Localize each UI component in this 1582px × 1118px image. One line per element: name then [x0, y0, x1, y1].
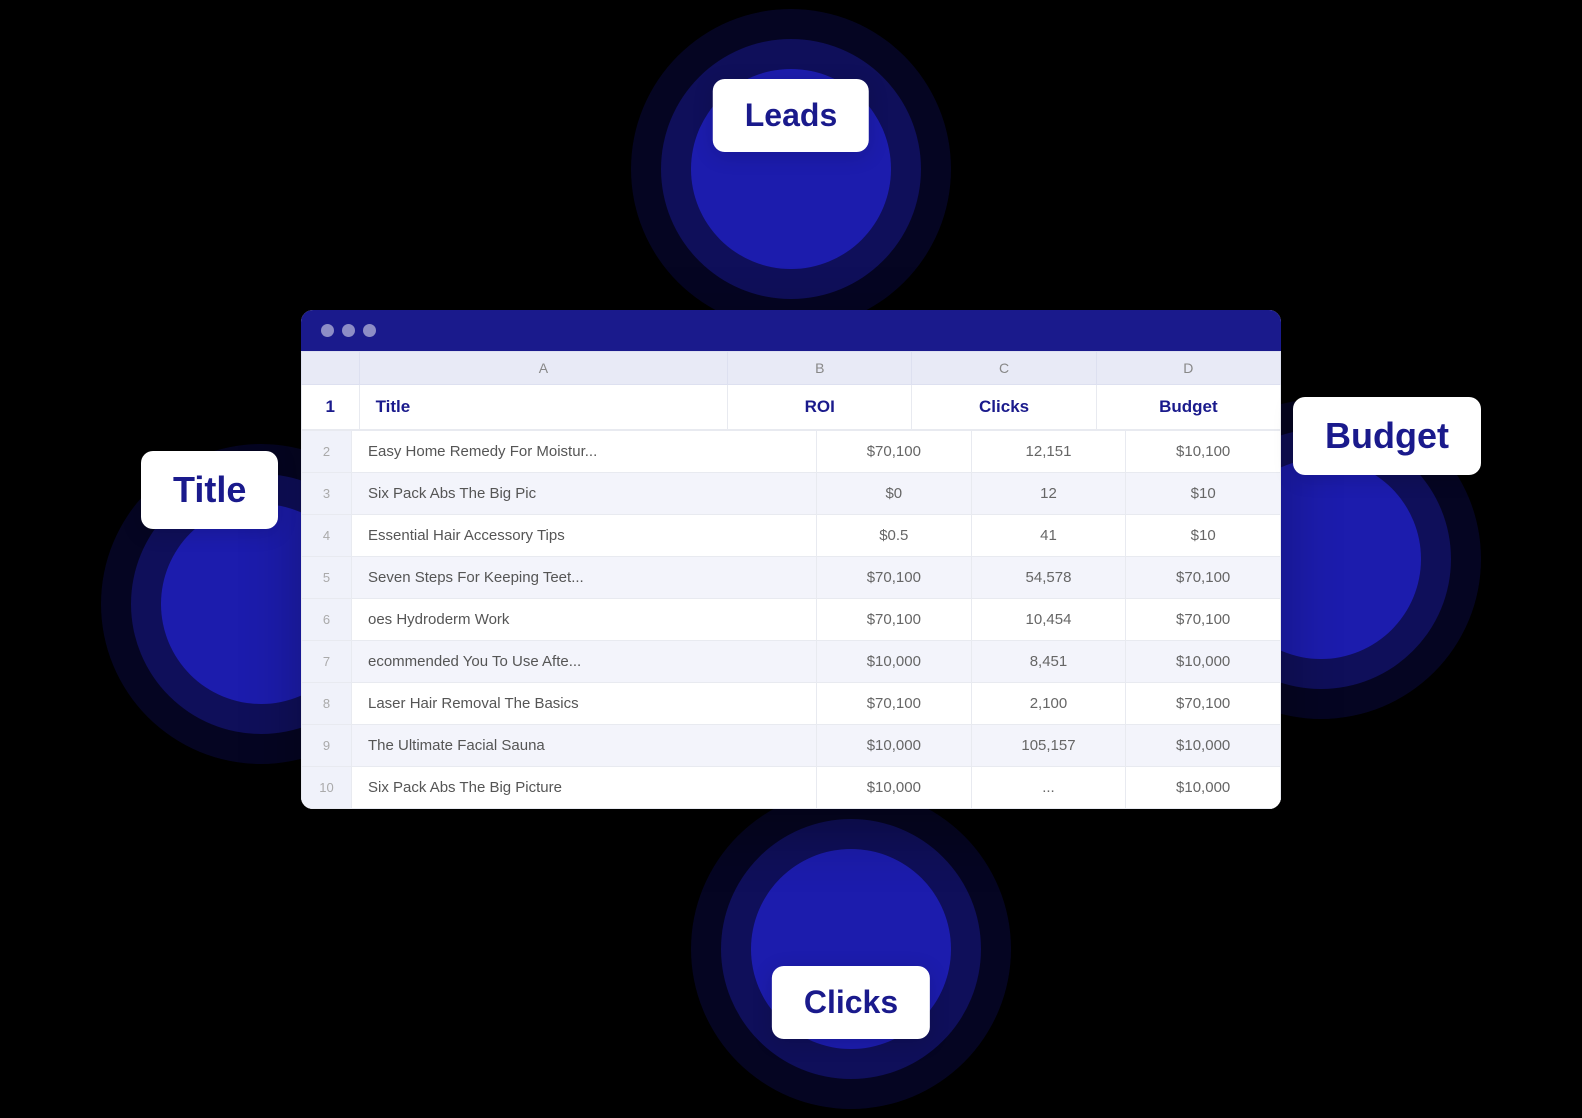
cell-roi: $70,100 [816, 598, 971, 640]
table-row: 8Laser Hair Removal The Basics$70,1002,1… [302, 682, 1281, 724]
row-num-4: 4 [302, 514, 352, 556]
header-clicks: Clicks [912, 384, 1096, 429]
dot-3 [363, 324, 376, 337]
cell-clicks: 10,454 [971, 598, 1126, 640]
cell-title: Laser Hair Removal The Basics [352, 682, 817, 724]
cell-budget: $10 [1126, 514, 1281, 556]
header-budget: Budget [1096, 384, 1280, 429]
cell-budget: $10,000 [1126, 640, 1281, 682]
scene: Leads Title Budget Clicks A B C D [191, 109, 1391, 1009]
row-num-9: 9 [302, 724, 352, 766]
dot-2 [342, 324, 355, 337]
row-num-3: 3 [302, 472, 352, 514]
leads-label: Leads [713, 79, 869, 152]
column-header-row: A B C D [302, 351, 1281, 384]
table-row: 4Essential Hair Accessory Tips$0.541$10 [302, 514, 1281, 556]
cell-roi: $10,000 [816, 640, 971, 682]
cell-roi: $70,100 [816, 556, 971, 598]
cell-title: oes Hydroderm Work [352, 598, 817, 640]
cell-budget: $10 [1126, 472, 1281, 514]
col-header-c: C [912, 351, 1096, 384]
spreadsheet-window: A B C D 1 Title ROI Clicks Budget 2Easy [301, 310, 1281, 809]
title-label: Title [141, 451, 278, 529]
cell-title: Seven Steps For Keeping Teet... [352, 556, 817, 598]
cell-title: Easy Home Remedy For Moistur... [352, 430, 817, 472]
col-header-a: A [359, 351, 728, 384]
table-row: 10Six Pack Abs The Big Picture$10,000...… [302, 766, 1281, 808]
row-num-5: 5 [302, 556, 352, 598]
row-num-8: 8 [302, 682, 352, 724]
cell-clicks: ... [971, 766, 1126, 808]
cell-roi: $70,100 [816, 682, 971, 724]
cell-clicks: 105,157 [971, 724, 1126, 766]
header-roi: ROI [728, 384, 912, 429]
table-row: 7ecommended You To Use Afte...$10,0008,4… [302, 640, 1281, 682]
cell-clicks: 12 [971, 472, 1126, 514]
cell-clicks: 41 [971, 514, 1126, 556]
cell-budget: $10,000 [1126, 766, 1281, 808]
cell-title: Six Pack Abs The Big Pic [352, 472, 817, 514]
row-num-2: 2 [302, 430, 352, 472]
cell-roi: $0 [816, 472, 971, 514]
data-header-row: 1 Title ROI Clicks Budget [302, 384, 1281, 429]
col-header-d: D [1096, 351, 1280, 384]
cell-title: The Ultimate Facial Sauna [352, 724, 817, 766]
cell-budget: $70,100 [1126, 682, 1281, 724]
row-num-1: 1 [302, 384, 360, 429]
cell-title: ecommended You To Use Afte... [352, 640, 817, 682]
table-row: 6oes Hydroderm Work$70,10010,454$70,100 [302, 598, 1281, 640]
cell-roi: $70,100 [816, 430, 971, 472]
cell-roi: $10,000 [816, 766, 971, 808]
cell-clicks: 2,100 [971, 682, 1126, 724]
table-row: 3Six Pack Abs The Big Pic$012$10 [302, 472, 1281, 514]
cell-clicks: 12,151 [971, 430, 1126, 472]
spreadsheet-table: A B C D 1 Title ROI Clicks Budget [301, 351, 1281, 430]
cell-roi: $0.5 [816, 514, 971, 556]
budget-label: Budget [1293, 397, 1481, 475]
col-header-b: B [728, 351, 912, 384]
col-header-rownum [302, 351, 360, 384]
row-num-7: 7 [302, 640, 352, 682]
cell-title: Six Pack Abs The Big Picture [352, 766, 817, 808]
clicks-label: Clicks [772, 966, 930, 1039]
table-row: 5Seven Steps For Keeping Teet...$70,1005… [302, 556, 1281, 598]
data-rows-table: 2Easy Home Remedy For Moistur...$70,1001… [301, 430, 1281, 809]
cell-budget: $10,100 [1126, 430, 1281, 472]
cell-budget: $70,100 [1126, 598, 1281, 640]
table-row: 9The Ultimate Facial Sauna$10,000105,157… [302, 724, 1281, 766]
titlebar [301, 310, 1281, 351]
cell-clicks: 54,578 [971, 556, 1126, 598]
cell-roi: $10,000 [816, 724, 971, 766]
row-num-6: 6 [302, 598, 352, 640]
table-row: 2Easy Home Remedy For Moistur...$70,1001… [302, 430, 1281, 472]
header-title: Title [359, 384, 728, 429]
cell-title: Essential Hair Accessory Tips [352, 514, 817, 556]
cell-clicks: 8,451 [971, 640, 1126, 682]
cell-budget: $70,100 [1126, 556, 1281, 598]
dot-1 [321, 324, 334, 337]
row-num-10: 10 [302, 766, 352, 808]
cell-budget: $10,000 [1126, 724, 1281, 766]
